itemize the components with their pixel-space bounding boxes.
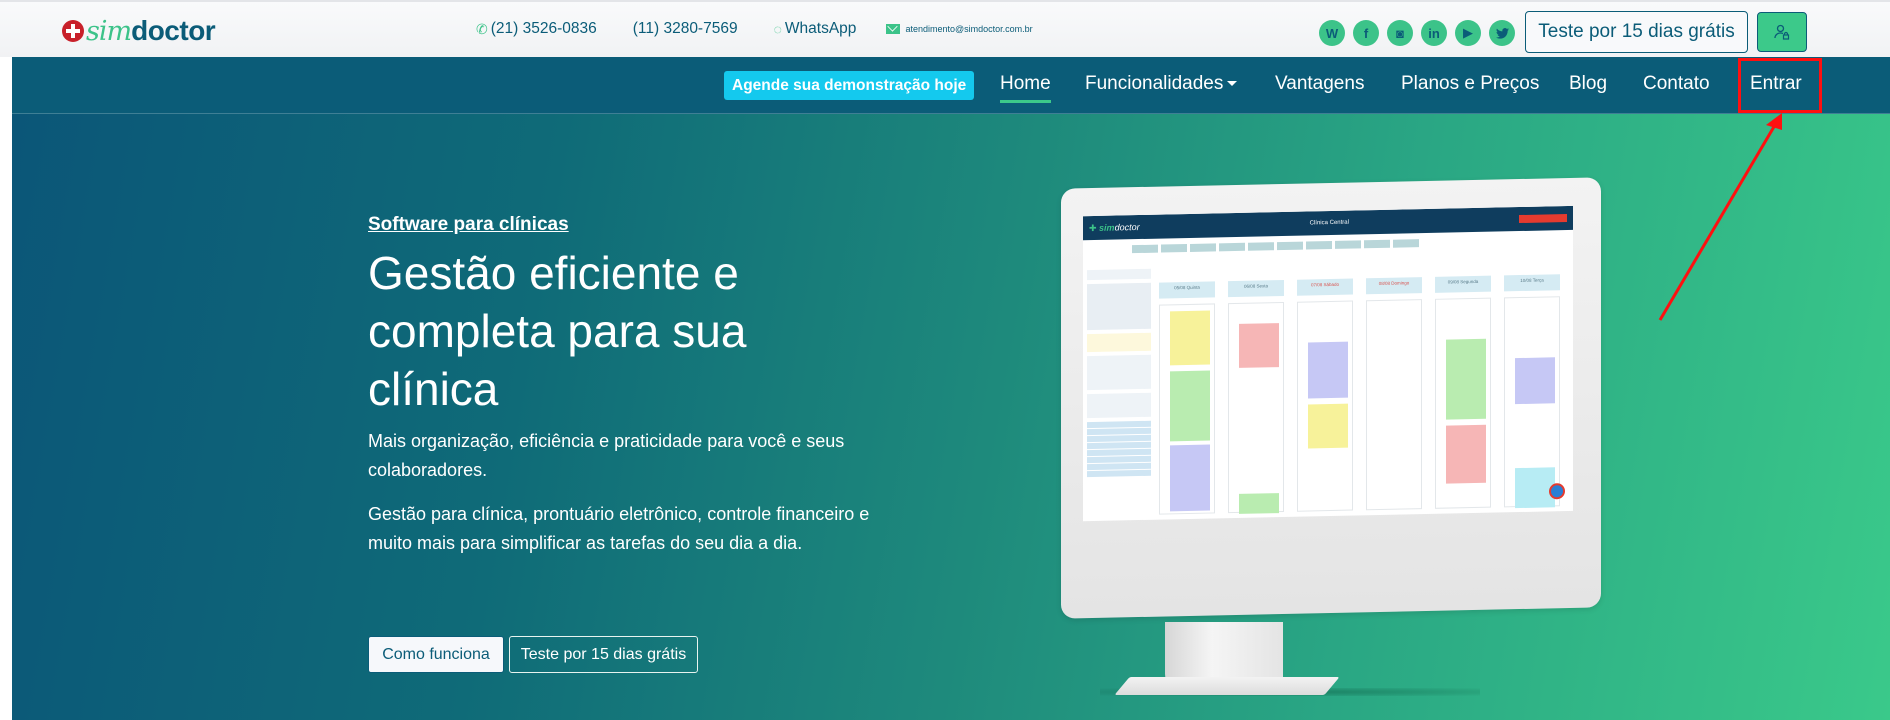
mail-icon: [886, 24, 901, 34]
social-links: W f ◙ in ▶: [1319, 20, 1523, 46]
nav-vantagens[interactable]: Vantagens: [1275, 73, 1364, 95]
app-sidebar-select: [1087, 268, 1151, 281]
hero-eyebrow-link[interactable]: Software para clínicas: [368, 214, 569, 236]
app-tab: [1132, 244, 1158, 254]
login-button-header[interactable]: [1757, 12, 1807, 52]
twitter-icon[interactable]: [1489, 20, 1515, 46]
app-day-column: [1228, 301, 1284, 514]
contact-whatsapp[interactable]: ◌ WhatsApp: [774, 20, 857, 38]
nav-contato[interactable]: Contato: [1643, 73, 1710, 95]
app-appointment-block: [1170, 370, 1210, 442]
app-day-column: [1504, 296, 1560, 509]
app-appointment-block: [1308, 403, 1348, 449]
top-bar: sim doctor ✆ (21) 3526-0836 (11) 3280-75…: [0, 0, 1890, 57]
app-tab: [1103, 245, 1129, 254]
hero-section: Software para clínicas Gestão eficiente …: [12, 114, 1890, 720]
app-calendar: 05/08 Quinta 06/08 Sexta 07/08 Sábado 08/08…: [1083, 254, 1573, 521]
main-nav: Agende sua demonstração hoje Home Funcio…: [12, 57, 1890, 114]
app-title: Clínica Central: [1309, 219, 1349, 226]
app-appointment-block: [1515, 357, 1555, 405]
app-list-row: [1087, 469, 1151, 478]
contact-phone-rj-text: (21) 3526-0836: [490, 20, 597, 37]
app-tab: [1306, 240, 1332, 250]
nav-funcionalidades[interactable]: Funcionalidades: [1085, 73, 1238, 95]
nav-planos-precos[interactable]: Planos e Preços: [1401, 73, 1539, 95]
trial-button-header[interactable]: Teste por 15 dias grátis: [1525, 11, 1748, 53]
twitter-bird-shape: [1495, 27, 1509, 39]
schedule-demo-button[interactable]: Agende sua demonstração hoje: [724, 71, 975, 100]
app-appointment-block: [1446, 338, 1486, 420]
app-day-column: [1435, 297, 1491, 509]
app-appointment-block: [1170, 444, 1210, 512]
logo-text-sim: sim: [86, 15, 132, 47]
phone-icon: ✆: [476, 20, 488, 37]
app-day-header: 09/08 Segunda: [1435, 275, 1491, 293]
nav-home[interactable]: Home: [1000, 73, 1051, 103]
app-google-button: [1519, 214, 1567, 224]
instagram-icon[interactable]: ◙: [1387, 20, 1413, 46]
app-day-header: 08/08 Domingo: [1366, 277, 1422, 295]
user-lock-icon: [1774, 24, 1790, 40]
app-day-header: 06/08 Sexta: [1228, 279, 1284, 298]
app-appointment-block: [1446, 424, 1486, 484]
linkedin-icon[interactable]: in: [1421, 20, 1447, 46]
app-waitlist: [1087, 332, 1151, 353]
app-day-column: [1159, 303, 1215, 515]
app-logo: ✚ simdoctor: [1089, 221, 1140, 233]
app-tab: [1161, 244, 1187, 253]
trial-button-hero[interactable]: Teste por 15 dias grátis: [509, 636, 698, 673]
contact-whatsapp-text: WhatsApp: [784, 20, 857, 37]
facebook-icon[interactable]: f: [1353, 20, 1379, 46]
hero-headline: Gestão eficiente e completa para sua clí…: [368, 247, 747, 415]
nav-blog[interactable]: Blog: [1569, 73, 1607, 95]
hero-description: Gestão para clínica, prontuário eletrôni…: [368, 504, 870, 553]
contact-email[interactable]: atendimento@simdoctor.com.br: [886, 24, 1033, 34]
monitor-bezel: ✚ simdoctor Clínica Central 05/08 Quinta…: [1061, 177, 1601, 619]
app-day-header: 10/08 Terça: [1504, 274, 1560, 292]
contact-email-text: atendimento@simdoctor.com.br: [905, 24, 1033, 34]
monitor-illustration: ✚ simdoctor Clínica Central 05/08 Quinta…: [1061, 177, 1601, 619]
app-tab: [1277, 241, 1303, 251]
wordpress-icon[interactable]: W: [1319, 20, 1345, 46]
app-appointment-block: [1239, 373, 1279, 434]
contact-list: ✆ (21) 3526-0836 (11) 3280-7569 ◌ WhatsA…: [476, 20, 1069, 38]
hero-lead: Mais organização, eficiência e praticida…: [368, 431, 845, 480]
annotation-highlight-box: [1738, 58, 1822, 113]
monitor-stand-foot: [1114, 677, 1340, 695]
app-day-header: 07/08 Sábado: [1297, 278, 1353, 296]
app-day-column: [1297, 300, 1353, 512]
app-tab: [1190, 243, 1216, 252]
app-screenshot: ✚ simdoctor Clínica Central 05/08 Quinta…: [1083, 205, 1573, 522]
app-tab: [1364, 239, 1390, 249]
simdoctor-logo[interactable]: sim doctor: [62, 14, 216, 48]
app-fab-button: [1549, 483, 1565, 500]
whatsapp-icon: ◌: [773, 21, 782, 37]
app-tab: [1219, 242, 1245, 252]
contact-phone-rj[interactable]: ✆ (21) 3526-0836: [476, 20, 597, 38]
app-view-panel: [1087, 354, 1151, 391]
app-day-header: 05/08 Quinta: [1159, 281, 1215, 299]
app-status-legend: [1087, 392, 1151, 419]
youtube-icon[interactable]: ▶: [1455, 20, 1481, 46]
app-tab: [1393, 239, 1419, 248]
app-tab: [1248, 242, 1274, 251]
medical-cross-icon: [62, 20, 84, 42]
app-tab: [1335, 240, 1361, 249]
nav-funcionalidades-label: Funcionalidades: [1085, 73, 1224, 94]
how-it-works-button[interactable]: Como funciona: [368, 636, 504, 673]
app-appointment-block: [1170, 310, 1210, 366]
contact-phone-sp-text: (11) 3280-7569: [632, 20, 738, 37]
caret-down-icon: [1227, 81, 1238, 87]
app-appointment-block: [1308, 341, 1348, 399]
app-mini-calendar: [1087, 282, 1151, 331]
app-appointment-block: [1239, 323, 1279, 368]
contact-phone-sp[interactable]: (11) 3280-7569: [633, 20, 738, 38]
app-day-column: [1366, 299, 1422, 511]
app-sidebar: [1087, 268, 1151, 520]
logo-text-doctor: doctor: [131, 15, 216, 46]
app-appointment-block: [1239, 493, 1279, 514]
